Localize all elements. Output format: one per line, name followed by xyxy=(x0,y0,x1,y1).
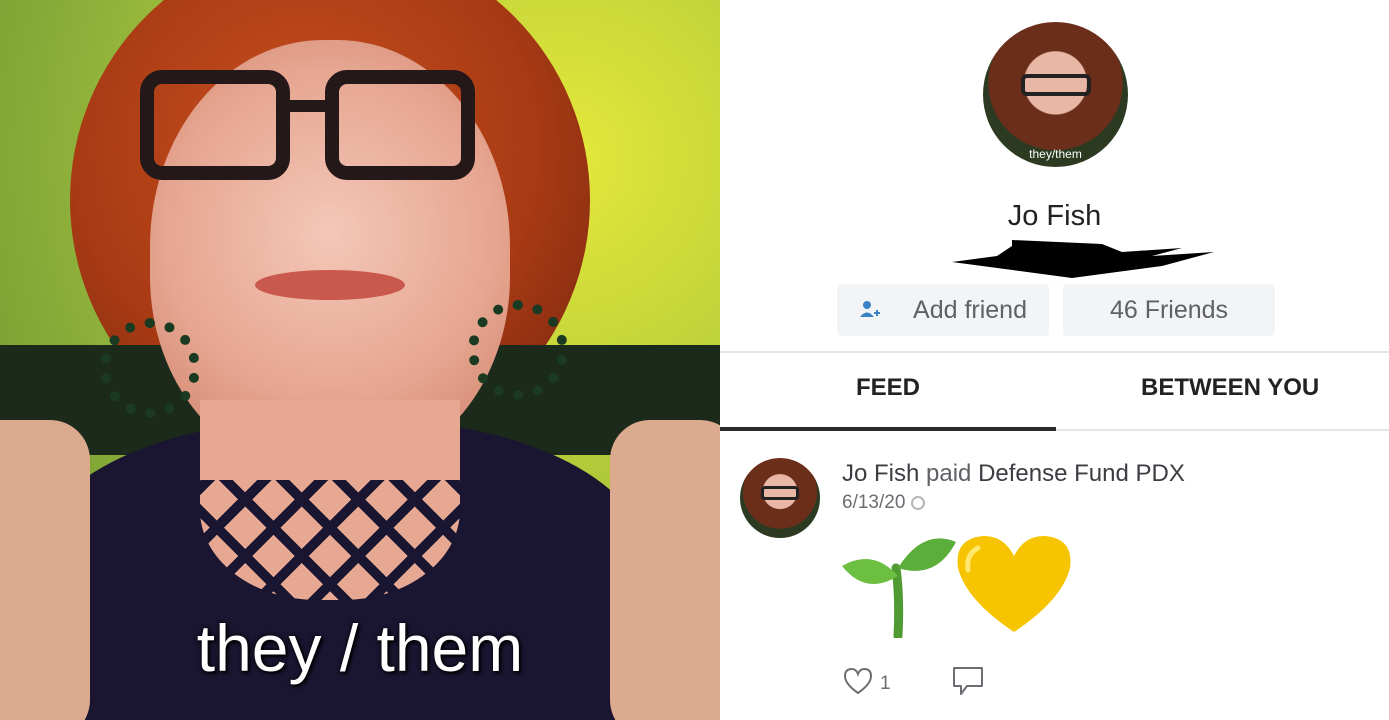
yellow-heart-emoji-icon xyxy=(957,536,1071,632)
post-actor[interactable]: Jo Fish xyxy=(842,460,919,487)
photo-earring-left xyxy=(100,318,200,418)
tab-feed[interactable]: FEED xyxy=(856,374,920,402)
post-avatar[interactable] xyxy=(740,458,820,538)
friends-count-label: 46 Friends xyxy=(1109,295,1229,324)
profile-avatar[interactable]: they/them xyxy=(983,22,1128,167)
avatar-pronoun-tag: they/them xyxy=(1029,147,1082,161)
tabs-top-divider xyxy=(720,351,1389,353)
friends-count-button[interactable]: 46 Friends xyxy=(1063,284,1275,336)
photo-lips xyxy=(255,270,405,300)
globe-icon xyxy=(911,496,926,510)
comment-icon[interactable] xyxy=(951,664,985,704)
heart-icon[interactable] xyxy=(842,666,874,702)
add-friend-label: Add friend xyxy=(913,295,1027,324)
seedling-emoji-icon xyxy=(842,538,956,641)
like-count: 1 xyxy=(880,673,891,694)
profile-photo: they / them xyxy=(0,0,720,720)
add-person-icon xyxy=(859,299,881,321)
post-target[interactable]: Defense Fund PDX xyxy=(978,460,1185,487)
profile-screen: they/them Jo Fish Add friend 46 Friends … xyxy=(720,0,1389,720)
active-tab-indicator xyxy=(720,427,1056,431)
post-meta: 6/13/20 xyxy=(842,492,926,514)
post-verb: paid xyxy=(926,460,972,487)
photo-caption: they / them xyxy=(196,611,524,685)
redacted-username xyxy=(952,240,1214,278)
tab-between-you[interactable]: BETWEEN YOU xyxy=(1141,374,1319,402)
photo-glasses xyxy=(140,70,490,190)
post-date: 6/13/20 xyxy=(842,492,906,513)
profile-name: Jo Fish xyxy=(1007,200,1102,232)
photo-earring-right xyxy=(468,300,568,400)
add-friend-button[interactable]: Add friend xyxy=(837,284,1049,336)
post-actions: 1 xyxy=(842,664,985,704)
post-headline: Jo Fish paid Defense Fund PDX xyxy=(842,460,1185,488)
post-message xyxy=(838,528,1078,641)
